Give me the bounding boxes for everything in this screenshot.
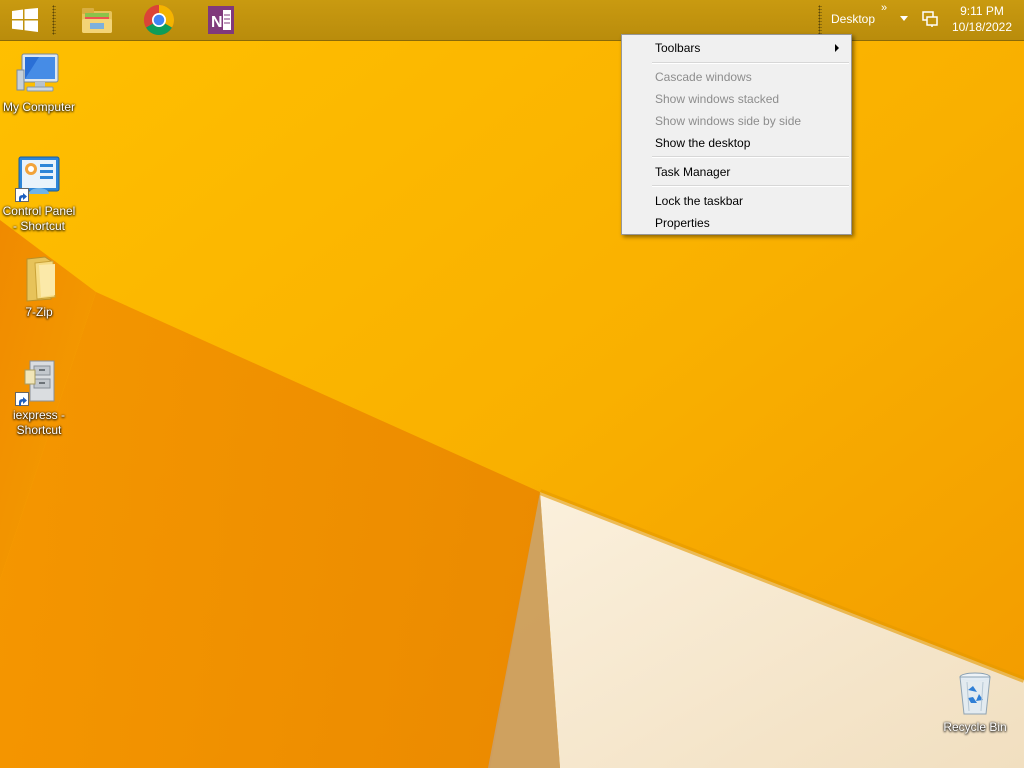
desktop-toolbar-label[interactable]: Desktop (831, 12, 875, 26)
taskbar-clock[interactable]: 9:11 PM 10/18/2022 (948, 3, 1016, 35)
menu-item-cascade-windows: Cascade windows (655, 70, 752, 84)
desktop-icon-iexpress-shortcut[interactable]: iexpress - Shortcut (0, 358, 81, 438)
toolbar-overflow-chevron-icon[interactable]: » (881, 2, 887, 14)
pinned-onenote[interactable]: N (201, 2, 241, 38)
desktop-icon-label: iexpress - Shortcut (12, 408, 65, 437)
clock-date: 10/18/2022 (951, 20, 1013, 34)
show-hidden-icons-arrow-icon[interactable] (900, 16, 908, 21)
shortcut-arrow-icon (15, 188, 29, 202)
clock-time: 9:11 PM (960, 4, 1004, 18)
start-button[interactable] (6, 4, 44, 36)
submenu-arrow-icon (835, 44, 839, 52)
pinned-chrome[interactable] (139, 2, 179, 38)
menu-item-properties[interactable]: Properties (624, 212, 849, 234)
menu-item-show-the-desktop[interactable]: Show the desktop (624, 132, 849, 154)
taskbar: N Desktop » 9:11 PM 10/18/2022 (0, 0, 1024, 41)
chrome-icon (143, 4, 175, 36)
folder-icon (82, 8, 112, 33)
menu-item-show-windows-side-by-side: Show windows side by side (655, 114, 802, 128)
onenote-icon: N (208, 6, 234, 34)
taskbar-grip[interactable] (52, 5, 56, 35)
recycle-bin-icon (959, 672, 991, 715)
desktop-icon-7-zip[interactable]: 7-Zip (0, 255, 81, 320)
menu-separator (652, 62, 849, 64)
desktop-icon-label: My Computer (2, 100, 76, 114)
shortcut-arrow-icon (15, 392, 29, 406)
taskbar-context-menu: Toolbars Cascade windows Show windows st… (621, 34, 852, 235)
desktop-icon-label: Recycle Bin (943, 720, 1007, 734)
menu-separator (652, 185, 849, 187)
menu-item-task-manager[interactable]: Task Manager (624, 161, 849, 183)
toolbar-grip[interactable] (818, 5, 822, 35)
desktop-icon-my-computer[interactable]: My Computer (0, 50, 81, 115)
desktop-icon-control-panel-shortcut[interactable]: Control Panel - Shortcut (0, 154, 81, 234)
menu-item-toolbars[interactable]: Toolbars (624, 37, 849, 59)
pinned-file-explorer[interactable] (77, 2, 117, 38)
desktop-icon-label: 7-Zip (25, 305, 53, 319)
network-icon[interactable] (921, 10, 939, 28)
desktop-icon-recycle-bin[interactable]: Recycle Bin (933, 670, 1017, 735)
desktop-icon-label: Control Panel - Shortcut (2, 204, 76, 233)
desktop-wallpaper (0, 0, 1024, 768)
menu-separator (652, 156, 849, 158)
menu-item-show-windows-stacked: Show windows stacked (655, 92, 780, 106)
svg-text:N: N (211, 14, 223, 31)
computer-icon (16, 53, 59, 92)
windows-logo-icon (12, 8, 38, 32)
folder-icon (26, 256, 56, 302)
menu-item-lock-the-taskbar[interactable]: Lock the taskbar (624, 190, 849, 212)
